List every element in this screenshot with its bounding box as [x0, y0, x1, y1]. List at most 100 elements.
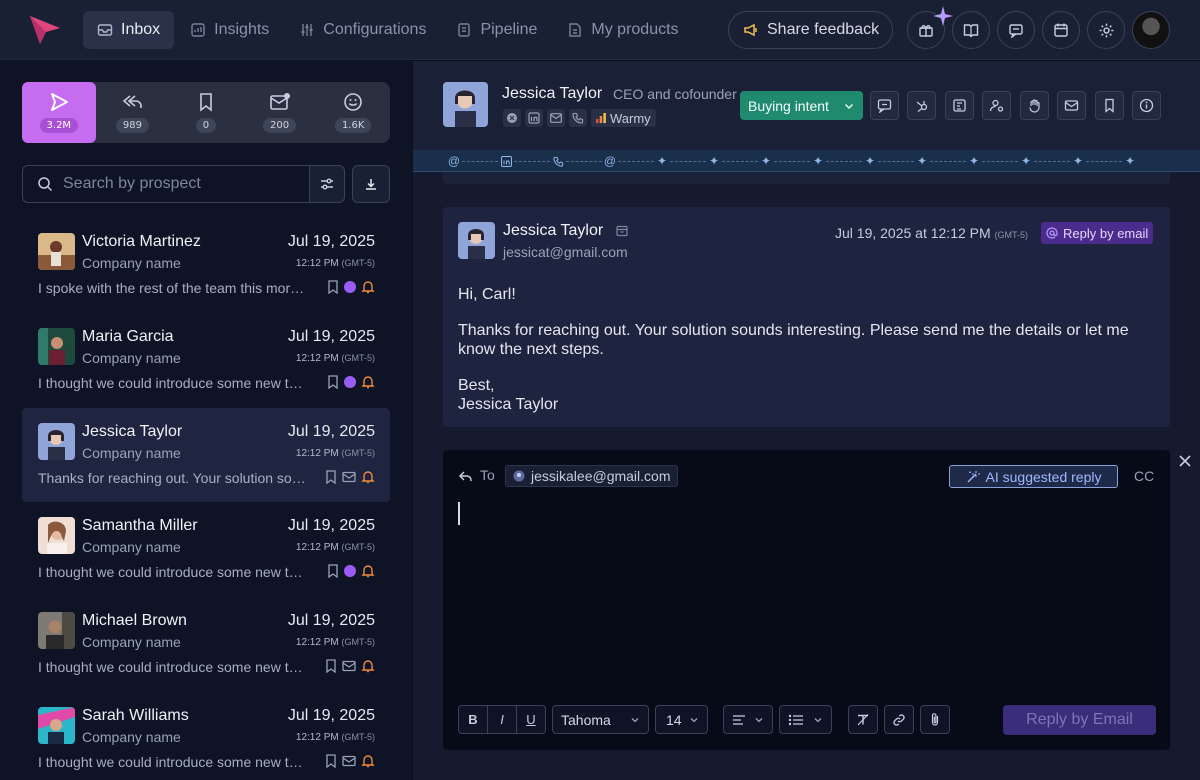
- sender-name-text: Jessica Taylor: [503, 222, 604, 239]
- bold-button[interactable]: B: [459, 706, 487, 733]
- email-event-icon[interactable]: @: [603, 154, 617, 168]
- bookmark-icon: [200, 93, 212, 112]
- underline-button[interactable]: U: [517, 706, 545, 733]
- bookmark-icon[interactable]: [325, 659, 337, 673]
- bell-icon: [361, 376, 375, 388]
- bookmark-icon[interactable]: [327, 375, 339, 389]
- mark-unread-button[interactable]: [1057, 91, 1086, 120]
- sparkle-event-icon[interactable]: ✦: [1123, 154, 1137, 168]
- sparkle-event-icon[interactable]: ✦: [1019, 154, 1033, 168]
- settings-button[interactable]: [1087, 11, 1125, 49]
- sparkle-event-icon[interactable]: ✦: [915, 154, 929, 168]
- email-icon[interactable]: [547, 109, 565, 127]
- search-input[interactable]: [63, 175, 283, 193]
- sparkle-event-icon[interactable]: ✦: [759, 154, 773, 168]
- call-event-icon[interactable]: [551, 154, 565, 168]
- sparkle-event-icon[interactable]: ✦: [863, 154, 877, 168]
- font-size-select[interactable]: 14: [655, 705, 708, 734]
- nav-insights[interactable]: Insights: [176, 11, 283, 49]
- x-social-icon[interactable]: [503, 109, 521, 127]
- bell-icon: [361, 660, 375, 673]
- nav-inbox[interactable]: Inbox: [83, 11, 175, 49]
- bookmark-icon[interactable]: [327, 280, 339, 294]
- conversation-row-selected[interactable]: Jessica Taylor Company name Jul 19, 2025…: [22, 407, 390, 502]
- nav-pipeline[interactable]: Pipeline: [442, 11, 551, 49]
- advanced-filter-button[interactable]: [309, 165, 345, 203]
- email-event-icon[interactable]: @: [447, 154, 461, 168]
- font-family-value: Tahoma: [561, 711, 611, 728]
- insights-icon: [191, 23, 205, 37]
- cc-toggle[interactable]: CC: [1134, 468, 1154, 484]
- linkedin-icon[interactable]: [525, 109, 543, 127]
- row-tags: [325, 754, 375, 768]
- conversation-row[interactable]: Samantha Miller Company name Jul 19, 202…: [22, 502, 390, 596]
- top-navigation-bar: Inbox Insights Configurations Pipeline M…: [0, 0, 1200, 60]
- bookmark-icon[interactable]: [327, 564, 339, 579]
- activity-timeline: @ @ ✦ ✦ ✦ ✦ ✦ ✦ ✦ ✦ ✦ ✦: [413, 150, 1200, 172]
- mail-icon: [342, 471, 356, 482]
- row-tags: [327, 375, 375, 389]
- prospect-avatar[interactable]: [443, 82, 488, 127]
- filter-bookmarked[interactable]: 0: [169, 82, 243, 143]
- intent-dropdown[interactable]: Buying intent: [740, 91, 863, 120]
- email-greeting: Hi, Carl!: [458, 286, 516, 303]
- sparkle-event-icon[interactable]: ✦: [707, 154, 721, 168]
- docs-button[interactable]: [952, 11, 990, 49]
- email-date-value: Jul 19, 2025 at 12:12 PM: [835, 225, 991, 241]
- sparkle-event-icon[interactable]: ✦: [655, 154, 669, 168]
- calendar-button[interactable]: [1042, 11, 1080, 49]
- filter-unread[interactable]: 200: [243, 82, 317, 143]
- recipient-chip[interactable]: jessikalee@gmail.com: [505, 465, 679, 487]
- app-logo-icon[interactable]: [28, 14, 62, 46]
- bookmark-icon[interactable]: [325, 469, 337, 484]
- user-avatar[interactable]: [1132, 11, 1170, 49]
- filter-replied[interactable]: 989: [96, 82, 170, 143]
- conversation-row[interactable]: Maria Garcia Company name Jul 19, 2025 1…: [22, 313, 390, 407]
- align-select[interactable]: [723, 705, 773, 734]
- pipeline-stage-button[interactable]: [945, 91, 974, 120]
- nav-my-products[interactable]: My products: [553, 11, 692, 49]
- clear-format-button[interactable]: [848, 705, 878, 734]
- ai-suggested-reply-button[interactable]: AI suggested reply: [949, 465, 1118, 488]
- share-feedback-button[interactable]: Share feedback: [728, 11, 893, 49]
- stop-sequence-button[interactable]: [1020, 91, 1049, 120]
- filter-sent-count: 3.2M: [39, 118, 79, 133]
- bookmark-button[interactable]: [1095, 91, 1124, 120]
- prospect-name: Sarah Williams: [82, 706, 189, 724]
- message-time: 12:12 PM (GMT-5): [296, 637, 375, 648]
- close-composer-icon[interactable]: [1177, 453, 1193, 469]
- filter-positive[interactable]: 1.6K: [316, 82, 390, 143]
- font-family-select[interactable]: Tahoma: [552, 705, 649, 734]
- timeline-nodes: @ @ ✦ ✦ ✦ ✦ ✦ ✦ ✦ ✦ ✦ ✦: [447, 154, 1137, 168]
- warmth-badge: Warmy: [591, 109, 656, 127]
- sparkle-event-icon[interactable]: ✦: [811, 154, 825, 168]
- hubspot-button[interactable]: [907, 91, 936, 120]
- italic-button[interactable]: I: [488, 706, 516, 733]
- chat-summary-button[interactable]: [870, 91, 899, 120]
- list-select[interactable]: [779, 705, 832, 734]
- chat-button[interactable]: [997, 11, 1035, 49]
- bookmark-icon[interactable]: [325, 754, 337, 768]
- conversation-row[interactable]: Michael Brown Company name Jul 19, 2025 …: [22, 597, 390, 691]
- reply-by-email-button[interactable]: Reply by Email: [1003, 705, 1156, 735]
- message-timezone: (GMT-5): [341, 352, 376, 363]
- assign-user-button[interactable]: [982, 91, 1011, 120]
- conversation-row[interactable]: Sarah Williams Company name Jul 19, 2025…: [22, 692, 390, 780]
- message-editor[interactable]: [453, 498, 1160, 693]
- archive-icon[interactable]: [616, 225, 628, 237]
- message-time-value: 12:12 PM: [295, 637, 339, 648]
- filter-sent[interactable]: 3.2M: [22, 82, 96, 143]
- conversation-row[interactable]: Victoria Martinez Company name Jul 19, 2…: [22, 218, 390, 312]
- sparkle-event-icon[interactable]: ✦: [967, 154, 981, 168]
- insert-link-button[interactable]: [884, 705, 914, 734]
- send-icon: [50, 93, 68, 111]
- sparkle-event-icon[interactable]: ✦: [1071, 154, 1085, 168]
- linkedin-event-icon[interactable]: [499, 154, 513, 168]
- nav-configurations[interactable]: Configurations: [285, 11, 440, 49]
- download-button[interactable]: [352, 165, 390, 203]
- message-date: Jul 19, 2025: [287, 233, 375, 250]
- message-date: Jul 19, 2025: [287, 706, 375, 724]
- phone-icon[interactable]: [569, 109, 587, 127]
- attach-file-button[interactable]: [920, 705, 950, 734]
- info-button[interactable]: [1132, 91, 1161, 120]
